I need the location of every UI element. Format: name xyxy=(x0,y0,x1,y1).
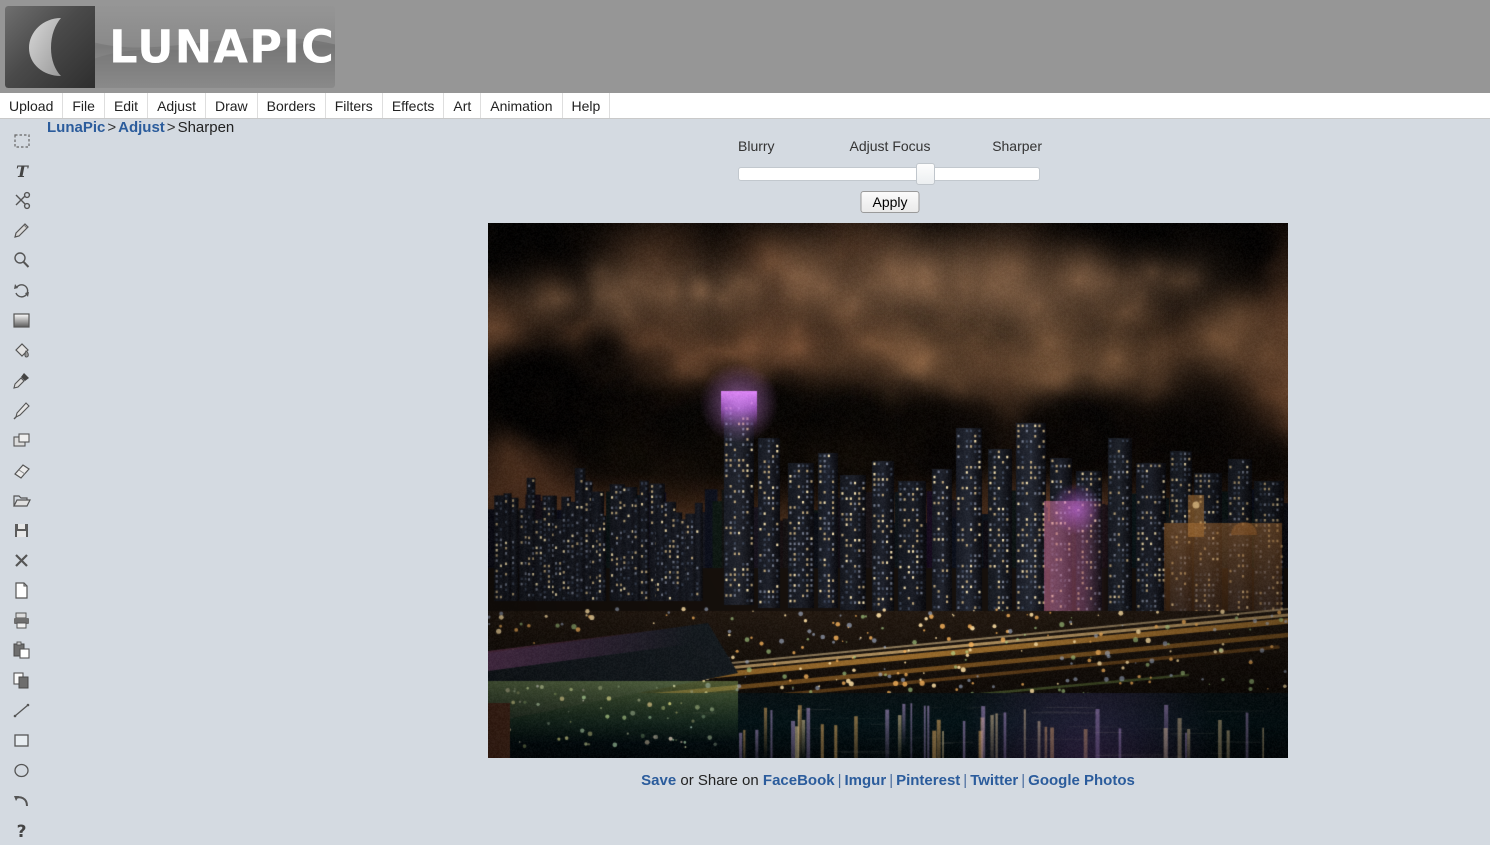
pencil-icon[interactable] xyxy=(7,215,37,245)
share-link-imgur[interactable]: Imgur xyxy=(845,772,887,789)
share-separator: | xyxy=(835,772,845,789)
gradient-icon[interactable] xyxy=(7,305,37,335)
share-separator: | xyxy=(960,772,970,789)
apply-row: Apply xyxy=(738,191,1042,215)
svg-text:?: ? xyxy=(17,822,27,841)
menu-item-adjust[interactable]: Adjust xyxy=(148,93,206,118)
app-header: LUNAPIC xyxy=(0,0,1490,93)
menu-item-animation[interactable]: Animation xyxy=(481,93,562,118)
crescent-moon-icon xyxy=(17,14,81,78)
line-icon[interactable] xyxy=(7,695,37,725)
lunapic-logo[interactable]: LUNAPIC xyxy=(5,6,335,88)
transform-icon[interactable] xyxy=(7,425,37,455)
breadcrumb-current-sharpen: Sharpen xyxy=(178,119,235,136)
share-link-facebook[interactable]: FaceBook xyxy=(763,772,835,789)
undo-icon[interactable] xyxy=(7,785,37,815)
share-link-pinterest[interactable]: Pinterest xyxy=(896,772,960,789)
share-separator: | xyxy=(886,772,896,789)
menu-item-borders[interactable]: Borders xyxy=(258,93,326,118)
logo-moon-panel xyxy=(5,6,95,88)
close-x-icon[interactable] xyxy=(7,545,37,575)
rotate-refresh-icon[interactable] xyxy=(7,275,37,305)
ellipse-icon[interactable] xyxy=(7,755,37,785)
new-document-icon[interactable] xyxy=(7,575,37,605)
save-share-row: Save or Share on FaceBook|Imgur|Pinteres… xyxy=(488,772,1288,789)
main-menubar: UploadFileEditAdjustDrawBordersFiltersEf… xyxy=(0,93,1490,119)
slider-label-sharper: Sharper xyxy=(992,138,1042,154)
eraser-icon[interactable] xyxy=(7,455,37,485)
apply-button[interactable]: Apply xyxy=(860,191,919,213)
menu-item-edit[interactable]: Edit xyxy=(105,93,148,118)
menu-item-effects[interactable]: Effects xyxy=(383,93,445,118)
printer-icon[interactable] xyxy=(7,605,37,635)
slider-label-title: Adjust Focus xyxy=(850,138,931,154)
breadcrumb: LunaPic>Adjust>Sharpen xyxy=(47,119,234,136)
breadcrumb-link-adjust[interactable]: Adjust xyxy=(118,119,165,136)
menu-item-filters[interactable]: Filters xyxy=(326,93,383,118)
focus-slider[interactable] xyxy=(738,163,1042,185)
breadcrumb-link-lunapic[interactable]: LunaPic xyxy=(47,119,105,136)
rectangle-icon[interactable] xyxy=(7,725,37,755)
save-link[interactable]: Save xyxy=(641,772,676,789)
marquee-select-icon[interactable] xyxy=(7,125,37,155)
share-link-twitter[interactable]: Twitter xyxy=(970,772,1018,789)
text-icon[interactable]: T xyxy=(7,155,37,185)
paint-bucket-icon[interactable] xyxy=(7,335,37,365)
breadcrumb-separator-2: > xyxy=(165,119,178,136)
scissors-icon[interactable] xyxy=(7,185,37,215)
share-separator: | xyxy=(1018,772,1028,789)
image-canvas-frame[interactable] xyxy=(488,223,1288,758)
breadcrumb-separator-1: > xyxy=(105,119,118,136)
edited-photo[interactable] xyxy=(488,223,1288,758)
paste-icon[interactable] xyxy=(7,635,37,665)
menu-item-draw[interactable]: Draw xyxy=(206,93,258,118)
save-floppy-icon[interactable] xyxy=(7,515,37,545)
copy-icon[interactable] xyxy=(7,665,37,695)
magnifier-icon[interactable] xyxy=(7,245,37,275)
left-toolbar: T? xyxy=(0,119,43,845)
logo-text: LUNAPIC xyxy=(109,21,335,74)
menu-item-file[interactable]: File xyxy=(63,93,105,118)
eyedropper-icon[interactable] xyxy=(7,365,37,395)
help-question-icon[interactable]: ? xyxy=(7,815,37,845)
slider-thumb[interactable] xyxy=(916,163,935,185)
menu-item-upload[interactable]: Upload xyxy=(0,93,63,118)
slider-label-row: Blurry Adjust Focus Sharper xyxy=(738,138,1042,158)
menu-item-help[interactable]: Help xyxy=(563,93,611,118)
share-on-text: or Share on xyxy=(676,772,763,789)
paintbrush-icon[interactable] xyxy=(7,395,37,425)
share-link-google-photos[interactable]: Google Photos xyxy=(1028,772,1135,789)
open-folder-icon[interactable] xyxy=(7,485,37,515)
slider-track[interactable] xyxy=(738,167,1040,181)
sharpen-control-panel: Blurry Adjust Focus Sharper Apply xyxy=(738,138,1042,215)
menu-item-art[interactable]: Art xyxy=(444,93,481,118)
logo-word-panel: LUNAPIC xyxy=(95,6,335,88)
slider-label-blurry: Blurry xyxy=(738,138,775,154)
svg-text:T: T xyxy=(16,162,29,181)
